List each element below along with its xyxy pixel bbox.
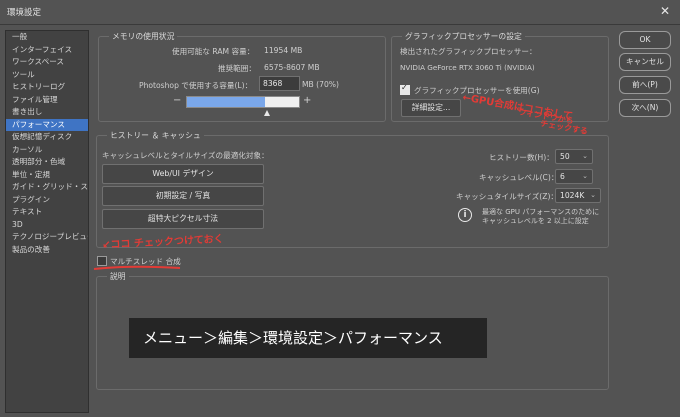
next-button[interactable]: 次へ(N) [619,99,671,117]
window-title: 環境設定 [7,8,42,18]
cache-levels-label: キャッシュレベル(C)： [479,173,559,182]
memory-plus-icon[interactable]: + [303,95,311,106]
huge-pixel-dimensions-button[interactable]: 超特大ピクセル寸法 [102,209,264,229]
memory-use-label: Photoshop で使用する容量(L)： [139,81,253,90]
memory-usage-fill [187,97,266,107]
gpu-settings-legend: グラフィックプロセッサーの設定 [402,31,525,42]
sidebar-item-export[interactable]: 書き出し [6,106,88,119]
history-cache-legend: ヒストリー ＆ キャッシュ [107,130,204,141]
description-legend: 説明 [107,271,129,282]
multithread-underline [93,265,181,270]
sidebar-item-performance[interactable]: パフォーマンス [6,118,88,131]
sidebar-item-general[interactable]: 一般 [6,31,88,44]
title-bar: 環境設定 ✕ [0,0,680,25]
sidebar-item-3d[interactable]: 3D [6,219,88,232]
sidebar-item-technology-previews[interactable]: テクノロジープレビュー [6,231,88,244]
sidebar-item-product-improvement[interactable]: 製品の改善 [6,244,88,257]
gpu-cache-hint-line-2: キャッシュレベルを 2 以上に設定 [482,217,589,225]
sidebar-item-tools[interactable]: ツール [6,69,88,82]
memory-usage-slider[interactable] [186,96,300,108]
sidebar-item-cursors[interactable]: カーソル [6,144,88,157]
cache-optimize-label: キャッシュレベルとタイルサイズの最適化対象： [102,151,269,160]
memory-usage-legend: メモリの使用状況 [109,31,178,42]
sidebar-item-file-handling[interactable]: ファイル管理 [6,94,88,107]
cache-levels-select[interactable]: 6 ⌄ [555,169,593,184]
available-ram-label: 使用可能な RAM 容量： [172,47,255,56]
ideal-range-value: 6575-8607 MB [264,63,320,72]
info-icon: i [458,208,472,222]
sidebar-item-guides-grid[interactable]: ガイド・グリッド・スライス [6,181,88,194]
preferences-window: 環境設定 ✕ 一般 インターフェイス ワークスペース ツール ヒストリーログ フ… [0,0,680,417]
detected-gpu-label: 検出されたグラフィックプロセッサー： [400,47,537,56]
sidebar-item-history-log[interactable]: ヒストリーログ [6,81,88,94]
sidebar-item-interface[interactable]: インターフェイス [6,44,88,57]
sidebar-item-type[interactable]: テキスト [6,206,88,219]
gpu-advanced-settings-button[interactable]: 詳細設定... [401,99,461,117]
sidebar-item-scratch-disks[interactable]: 仮想記憶ディスク [6,131,88,144]
web-ui-design-button[interactable]: Web/UI デザイン [102,164,264,184]
chevron-down-icon: ⌄ [582,172,588,180]
history-states-label: ヒストリー数(H)： [489,153,554,162]
ideal-range-label: 推奨範囲： [218,64,256,73]
prev-button[interactable]: 前へ(P) [619,76,671,94]
menu-path-banner: メニュー＞編集＞環境設定＞パフォーマンス [129,318,487,358]
available-ram-value: 11954 MB [264,46,303,55]
cache-tile-size-select[interactable]: 1024K ⌄ [555,188,601,203]
sidebar-item-units-rulers[interactable]: 単位・定規 [6,169,88,182]
cancel-button[interactable]: キャンセル [619,53,671,71]
sidebar-item-transparency[interactable]: 透明部分・色域 [6,156,88,169]
use-gpu-checkbox[interactable] [400,83,410,95]
memory-use-suffix: MB (70%) [302,80,339,89]
chevron-down-icon: ⌄ [590,191,596,199]
cache-tile-size-label: キャッシュタイルサイズ(Z)： [456,192,559,201]
memory-use-input[interactable]: 8368 [259,76,300,91]
preferences-sidebar: 一般 インターフェイス ワークスペース ツール ヒストリーログ ファイル管理 書… [5,30,89,413]
memory-slider-thumb[interactable] [263,110,270,116]
sidebar-item-workspace[interactable]: ワークスペース [6,56,88,69]
ok-button[interactable]: OK [619,31,671,49]
default-photos-button[interactable]: 初期設定 / 写真 [102,186,264,206]
chevron-down-icon: ⌄ [582,152,588,160]
close-icon[interactable]: ✕ [660,4,670,18]
detected-gpu-value: NVIDIA GeForce RTX 3060 Ti (NVIDIA) [400,63,535,72]
sidebar-item-plugins[interactable]: プラグイン [6,194,88,207]
memory-minus-icon[interactable]: − [173,95,181,106]
history-states-select[interactable]: 50 ⌄ [555,149,593,164]
